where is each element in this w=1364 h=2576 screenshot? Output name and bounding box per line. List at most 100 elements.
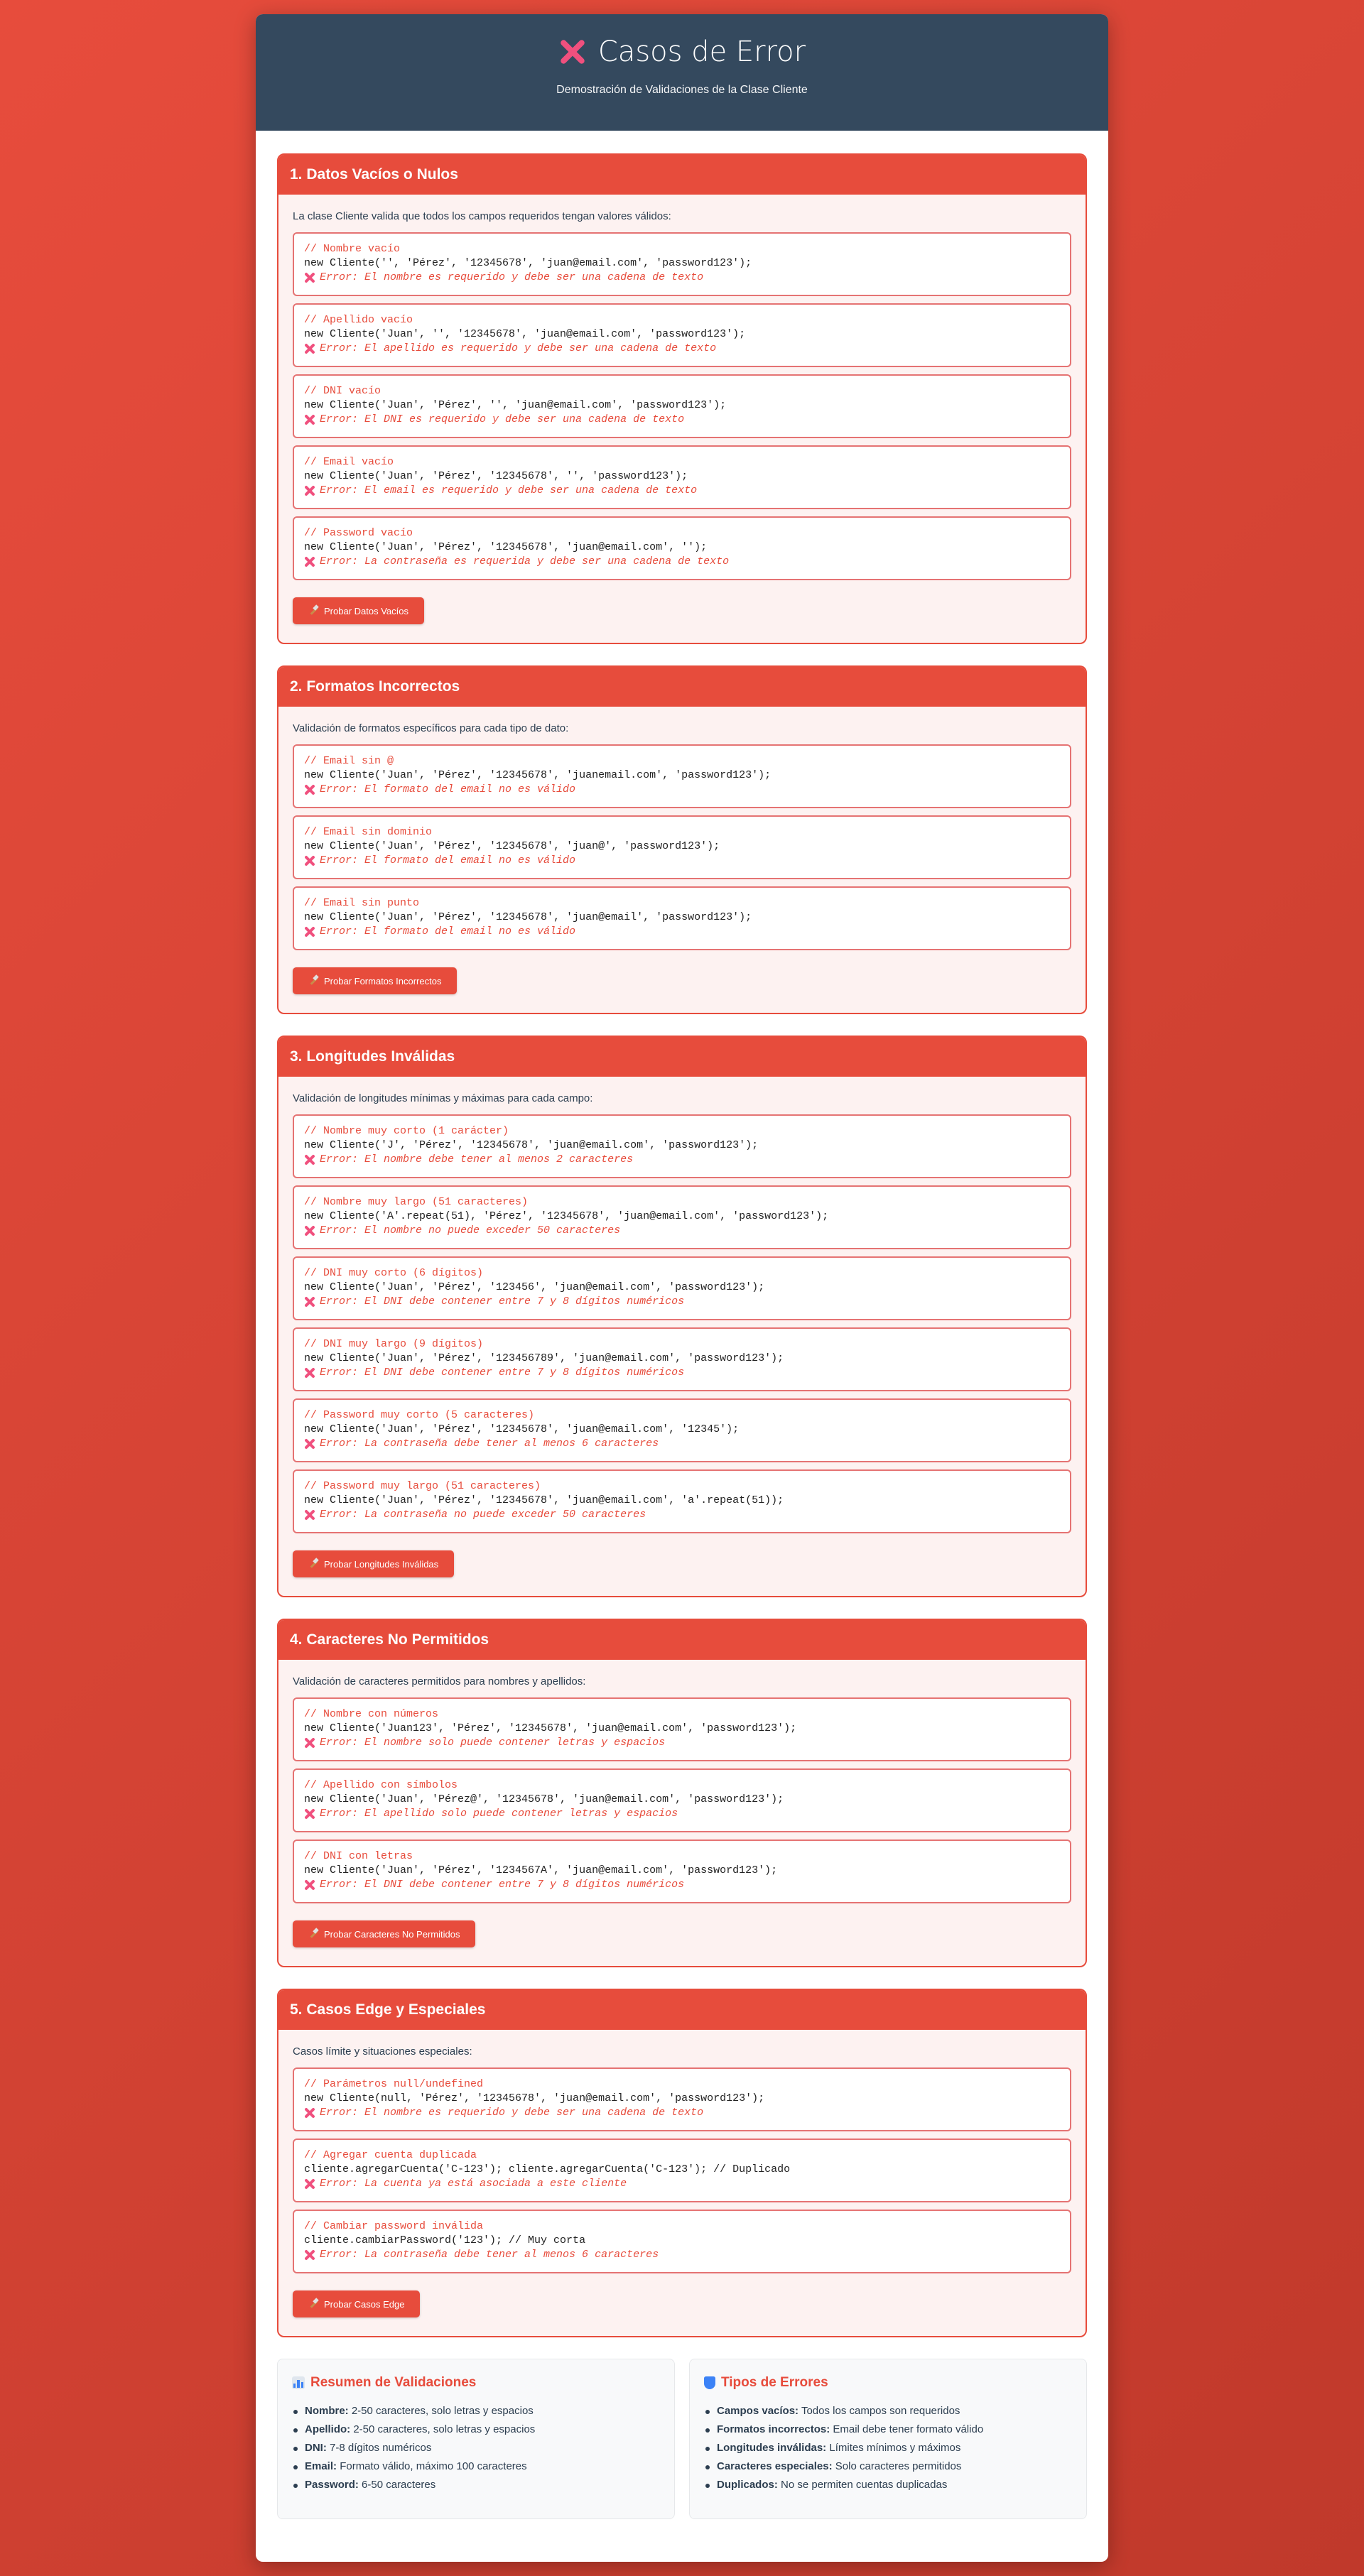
- test-caracteres-button[interactable]: Probar Caracteres No Permitidos: [293, 1920, 476, 1947]
- list-item-text: Todos los campos son requeridos: [801, 2405, 960, 2417]
- case-error-text: Error: El nombre no puede exceder 50 car…: [320, 1224, 621, 1237]
- section-intro: Validación de formatos específicos para …: [293, 722, 569, 734]
- list-item: Campos vacíos: Todos los campos son requ…: [704, 2405, 1072, 2417]
- summary-card-title-text: Tipos de Errores: [721, 2375, 828, 2390]
- case-code: new Cliente(null, 'Pérez', '12345678', '…: [304, 2092, 765, 2104]
- case-code: new Cliente('', 'Pérez', '12345678', 'ju…: [304, 257, 752, 269]
- cross-mark-icon: [304, 784, 315, 795]
- cross-mark-icon: [304, 855, 315, 866]
- list-item: Formatos incorrectos: Email debe tener f…: [704, 2423, 1072, 2435]
- list-item: Longitudes inválidas: Límites mínimos y …: [704, 2442, 1072, 2454]
- main-container: Casos de Error Demostración de Validacio…: [256, 14, 1108, 2562]
- case-error-text: Error: La contraseña es requerida y debe…: [320, 555, 730, 567]
- section-intro: Validación de caracteres permitidos para…: [293, 1675, 586, 1688]
- case-error: Error: El email es requerido y debe ser …: [304, 484, 1060, 498]
- hammer-icon: [308, 976, 318, 986]
- section-body: Validación de formatos específicos para …: [278, 707, 1086, 1013]
- case-error-text: Error: El formato del email no es válido: [320, 783, 576, 795]
- list-item-label: Nombre:: [305, 2405, 349, 2417]
- case-code: new Cliente('Juan', 'Pérez@', '12345678'…: [304, 1793, 784, 1805]
- case-error: Error: El nombre es requerido y debe ser…: [304, 2106, 1060, 2120]
- case-error-text: Error: El DNI debe contener entre 7 y 8 …: [320, 1879, 685, 1891]
- cross-mark-icon: [304, 1879, 315, 1891]
- cross-mark-icon: [304, 1808, 315, 1820]
- case-error-text: Error: El nombre es requerido y debe ser…: [320, 2107, 704, 2119]
- list-item-text: Email debe tener formato válido: [833, 2423, 984, 2435]
- list-item-text: Formato válido, máximo 100 caracteres: [340, 2460, 527, 2472]
- case-error: Error: El nombre solo puede contener let…: [304, 1736, 1060, 1750]
- section-longitudes-invalidas: 3. Longitudes Inválidas Validación de lo…: [277, 1036, 1087, 1597]
- case-error: Error: El DNI debe contener entre 7 y 8 …: [304, 1295, 1060, 1309]
- error-case: // Password muy corto (5 caracteres) new…: [293, 1398, 1071, 1462]
- case-comment: // Nombre muy corto (1 carácter): [304, 1125, 509, 1137]
- list-item-label: Formatos incorrectos:: [717, 2423, 830, 2435]
- cross-mark-icon: [304, 2107, 315, 2119]
- summary-list: Campos vacíos: Todos los campos son requ…: [704, 2405, 1072, 2491]
- test-formatos-button[interactable]: Probar Formatos Incorrectos: [293, 967, 458, 994]
- case-code: new Cliente('Juan', 'Pérez', '', 'juan@e…: [304, 399, 727, 411]
- test-longitudes-button[interactable]: Probar Longitudes Inválidas: [293, 1550, 455, 1577]
- error-case: // Cambiar password inválida cliente.cam…: [293, 2210, 1071, 2273]
- list-item-label: Email:: [305, 2460, 337, 2472]
- cross-mark-icon: [304, 485, 315, 496]
- list-item: Caracteres especiales: Solo caracteres p…: [704, 2460, 1072, 2472]
- case-error: Error: El formato del email no es válido: [304, 783, 1060, 797]
- case-comment: // DNI vacío: [304, 385, 381, 397]
- page-title-text: Casos de Error: [597, 36, 806, 68]
- case-code: new Cliente('Juan123', 'Pérez', '1234567…: [304, 1722, 797, 1734]
- list-item-label: DNI:: [305, 2442, 327, 2454]
- summary-card-title: Resumen de Validaciones: [292, 2375, 660, 2391]
- case-comment: // Agregar cuenta duplicada: [304, 2149, 477, 2161]
- error-case: // DNI vacío new Cliente('Juan', 'Pérez'…: [293, 374, 1071, 438]
- cross-mark-icon: [304, 1154, 315, 1165]
- error-case: // DNI muy largo (9 dígitos) new Cliente…: [293, 1327, 1071, 1391]
- case-error-text: Error: El nombre debe tener al menos 2 c…: [320, 1153, 634, 1165]
- case-error: Error: El apellido es requerido y debe s…: [304, 342, 1060, 356]
- shield-icon: [704, 2376, 715, 2389]
- cross-mark-icon: [304, 1367, 315, 1379]
- case-error-text: Error: El email es requerido y debe ser …: [320, 484, 698, 496]
- case-code: new Cliente('Juan', 'Pérez', '12345678',…: [304, 769, 772, 781]
- section-title: 5. Casos Edge y Especiales: [278, 1990, 1086, 2030]
- section-intro: Casos límite y situaciones especiales:: [293, 2045, 472, 2058]
- test-casos-edge-button[interactable]: Probar Casos Edge: [293, 2290, 421, 2317]
- error-case: // Nombre vacío new Cliente('', 'Pérez',…: [293, 232, 1071, 296]
- cross-mark-icon: [304, 1296, 315, 1308]
- list-item-text: No se permiten cuentas duplicadas: [781, 2479, 948, 2491]
- list-item: Apellido: 2-50 caracteres, solo letras y…: [292, 2423, 660, 2435]
- error-case: // Nombre con números new Cliente('Juan1…: [293, 1697, 1071, 1761]
- case-error: Error: El DNI debe contener entre 7 y 8 …: [304, 1366, 1060, 1380]
- list-item-label: Campos vacíos:: [717, 2405, 799, 2417]
- case-error: Error: La contraseña es requerida y debe…: [304, 555, 1060, 569]
- section-intro: La clase Cliente valida que todos los ca…: [293, 210, 671, 222]
- button-label: Probar Formatos Incorrectos: [324, 975, 442, 987]
- cross-mark-icon: [304, 2178, 315, 2190]
- case-code: new Cliente('Juan', 'Pérez', '12345678',…: [304, 541, 708, 553]
- case-comment: // DNI con letras: [304, 1850, 413, 1862]
- section-datos-vacios: 1. Datos Vacíos o Nulos La clase Cliente…: [277, 153, 1087, 644]
- summary-card-title-text: Resumen de Validaciones: [310, 2375, 477, 2390]
- case-code: new Cliente('A'.repeat(51), 'Pérez', '12…: [304, 1210, 829, 1222]
- case-error-text: Error: El formato del email no es válido: [320, 925, 576, 938]
- section-intro: Validación de longitudes mínimas y máxim…: [293, 1092, 593, 1104]
- case-error-text: Error: El formato del email no es válido: [320, 854, 576, 866]
- section-formatos-incorrectos: 2. Formatos Incorrectos Validación de fo…: [277, 665, 1087, 1014]
- hammer-icon: [308, 1929, 318, 1939]
- case-error-text: Error: El apellido es requerido y debe s…: [320, 342, 717, 354]
- case-error-text: Error: La contraseña debe tener al menos…: [320, 1438, 659, 1450]
- test-datos-vacios-button[interactable]: Probar Datos Vacíos: [293, 597, 424, 624]
- button-label: Probar Datos Vacíos: [324, 605, 408, 616]
- case-code: new Cliente('Juan', 'Pérez', '12345678',…: [304, 470, 688, 482]
- case-code: new Cliente('Juan', 'Pérez', '123456789'…: [304, 1352, 784, 1364]
- page-title: Casos de Error: [256, 36, 1108, 68]
- cross-mark-icon: [304, 926, 315, 938]
- case-code: new Cliente('J', 'Pérez', '12345678', 'j…: [304, 1139, 759, 1151]
- section-caracteres-no-permitidos: 4. Caracteres No Permitidos Validación d…: [277, 1619, 1087, 1967]
- case-code: new Cliente('Juan', 'Pérez', '1234567A',…: [304, 1864, 778, 1876]
- case-error-text: Error: El apellido solo puede contener l…: [320, 1808, 678, 1820]
- summary-list: Nombre: 2-50 caracteres, solo letras y e…: [292, 2405, 660, 2491]
- cross-mark-icon: [304, 556, 315, 567]
- case-comment: // Password muy corto (5 caracteres): [304, 1409, 535, 1421]
- case-comment: // Nombre muy largo (51 caracteres): [304, 1196, 529, 1208]
- case-comment: // Nombre con números: [304, 1708, 439, 1720]
